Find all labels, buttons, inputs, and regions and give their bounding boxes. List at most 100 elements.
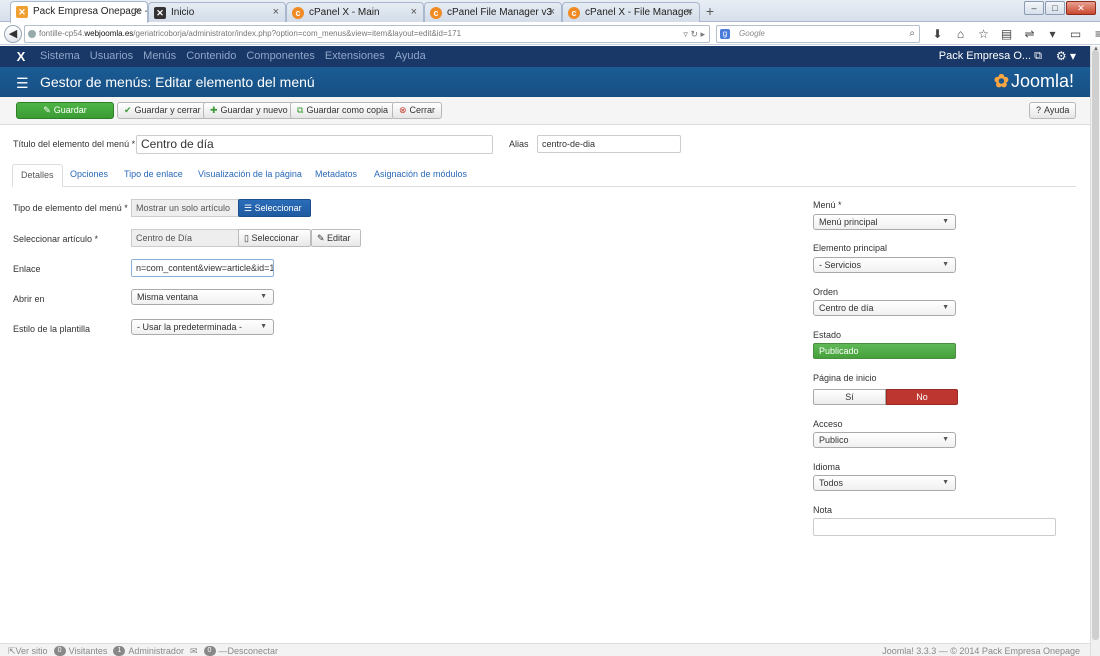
menu-item-extensiones[interactable]: Extensiones [325, 50, 385, 62]
save-button[interactable]: ✎ Guardar [16, 102, 114, 119]
edit-icon: ✎ [43, 105, 51, 115]
access-select[interactable]: Publico ▼ [813, 432, 956, 448]
parent-value: - Servicios [819, 260, 862, 270]
item-type-value: Mostrar un solo artículo [131, 199, 239, 217]
tab-opciones[interactable]: Opciones [62, 164, 116, 187]
home-icon[interactable]: ⌂ [949, 26, 972, 42]
close-tab-icon[interactable]: × [549, 6, 555, 18]
site-link[interactable]: Pack Empresa O... ⧉ [939, 50, 1042, 63]
tab-asignacion-modulos[interactable]: Asignación de módulos [366, 164, 475, 187]
menu-item-ayuda[interactable]: Ayuda [395, 50, 426, 62]
save-copy-label: Guardar como copia [306, 105, 388, 115]
save-copy-button[interactable]: ⧉ Guardar como copia [290, 102, 395, 119]
template-style-value: - Usar la predeterminada - [137, 322, 243, 332]
close-tab-icon[interactable]: × [135, 5, 141, 17]
footer-status: ⇱ Ver sitio 0 Visitantes 1 Administrador ✉… [8, 645, 278, 656]
open-in-value: Misma ventana [137, 292, 199, 302]
logout-link[interactable]: Desconectar [228, 645, 279, 656]
scrollbar-thumb[interactable] [1092, 50, 1099, 640]
question-icon: ? [1036, 105, 1042, 115]
cpanel-favicon-icon: c [292, 7, 304, 19]
maximize-button[interactable]: □ [1045, 1, 1065, 15]
menu-item-contenido[interactable]: Contenido [186, 50, 236, 62]
form-tabs: Detalles Opciones Tipo de enlace Visuali… [12, 164, 1076, 187]
link-input[interactable]: n=com_content&view=article&id=14 [131, 259, 274, 277]
joomla-logo-icon[interactable]: X [14, 49, 28, 64]
bookmarks-list-icon[interactable]: ▤ [995, 26, 1018, 42]
menu-item-menus[interactable]: Menús [143, 50, 176, 62]
view-site-icon: ⇱ [8, 646, 16, 656]
tab-tipo-enlace[interactable]: Tipo de enlace [116, 164, 191, 187]
window-close-button[interactable]: ✕ [1066, 1, 1096, 15]
save-close-button[interactable]: ✔ Guardar y cerrar [117, 102, 208, 119]
address-bar[interactable]: fontille-cp54.webjoomla.es/geriatricobor… [24, 25, 710, 43]
menu-item-sistema[interactable]: Sistema [40, 50, 80, 62]
order-select[interactable]: Centro de día ▼ [813, 300, 956, 316]
menu-item-componentes[interactable]: Componentes [246, 50, 315, 62]
download-icon[interactable]: ⬇ [926, 26, 949, 42]
admin-badge: 1 [113, 646, 126, 656]
home-yes-button[interactable]: Sí [813, 389, 886, 405]
close-button[interactable]: ⊗ Cerrar [392, 102, 443, 119]
user-settings-gear-icon[interactable]: ⚙ ▾ [1056, 49, 1076, 63]
view-site-link[interactable]: Ver sitio [16, 645, 48, 656]
url-path: /geriatricoborja/administrator/index.php… [133, 29, 462, 38]
tab-detalles[interactable]: Detalles [12, 164, 63, 187]
visitors-badge: 0 [53, 646, 66, 656]
close-tab-icon[interactable]: × [273, 6, 279, 18]
external-link-icon: ⧉ [1034, 50, 1042, 62]
parent-select[interactable]: - Servicios ▼ [813, 257, 956, 273]
close-tab-icon[interactable]: × [411, 6, 417, 18]
browser-tab-filemanager[interactable]: c cPanel X - File Manager × [562, 2, 700, 22]
menu-item-usuarios[interactable]: Usuarios [90, 50, 133, 62]
save-new-button[interactable]: ✚ Guardar y nuevo [203, 102, 295, 119]
tab-visualizacion[interactable]: Visualización de la página [190, 164, 310, 187]
select-article-button[interactable]: ▯ Seleccionar [238, 229, 311, 247]
open-in-select[interactable]: Misma ventana ▼ [131, 289, 274, 305]
search-box[interactable]: g Google ⌕ [716, 25, 920, 43]
new-tab-button[interactable]: + [702, 3, 718, 19]
home-no-button[interactable]: No [886, 389, 958, 405]
language-select[interactable]: Todos ▼ [813, 475, 956, 491]
site-favicon-icon: ✕ [154, 7, 166, 19]
search-icon[interactable]: ⌕ [909, 26, 915, 42]
status-select[interactable]: Publicado [813, 343, 956, 359]
menu-icon[interactable]: ≡ [1087, 26, 1100, 42]
browser-window: ✕ Pack Empresa Onepage - A... × ✕ Inicio… [0, 0, 1100, 656]
tab-metadatos[interactable]: Metadatos [307, 164, 365, 187]
page-scrollbar[interactable]: ▲ [1090, 46, 1100, 656]
select-item-type-button[interactable]: ☰ Seleccionar [238, 199, 311, 217]
browser-tab-admin[interactable]: ✕ Pack Empresa Onepage - A... × [10, 1, 148, 23]
dropdown-icon[interactable]: ▾ [1041, 26, 1064, 42]
browser-tab-cpanel-main[interactable]: c cPanel X - Main × [286, 2, 424, 22]
note-input[interactable] [813, 518, 1056, 536]
alias-input[interactable]: centro-de-dia [537, 135, 681, 153]
select-article-label: Seleccionar [251, 233, 299, 243]
admin-top-nav: X Sistema Usuarios Menús Contenido Compo… [0, 46, 1090, 67]
menu-value: Menú principal [819, 217, 878, 227]
menu-select[interactable]: Menú principal ▼ [813, 214, 956, 230]
link-label: Enlace [13, 264, 41, 274]
note-label: Nota [813, 505, 833, 515]
bookmark-star-icon[interactable]: ☆ [972, 26, 995, 42]
caret-down-icon: ▼ [260, 323, 267, 330]
url-domain: webjoomla.es [84, 29, 134, 38]
browser-tab-inicio[interactable]: ✕ Inicio × [148, 2, 286, 22]
browser-tab-filemanager-v3[interactable]: c cPanel File Manager v3 × [424, 2, 562, 22]
reload-icon[interactable]: ▿ ↻ ▸ [683, 26, 705, 42]
cancel-icon: ⊗ [399, 105, 407, 115]
item-type-label: Tipo de elemento del menú * [13, 203, 128, 213]
joomla-brand-logo: ✿ Joomla! [994, 71, 1074, 92]
addon-icon[interactable]: ▭ [1064, 26, 1087, 42]
template-style-select[interactable]: - Usar la predeterminada - ▼ [131, 319, 274, 335]
language-label: Idioma [813, 462, 841, 472]
admin-label: Administrador [128, 646, 184, 656]
minimize-button[interactable]: – [1024, 1, 1044, 15]
back-button[interactable]: ◀ [4, 25, 22, 43]
extension-icon[interactable]: ⇌ [1018, 26, 1041, 42]
help-button[interactable]: ? Ayuda [1029, 102, 1076, 119]
edit-article-button[interactable]: ✎ Editar [311, 229, 361, 247]
close-tab-icon[interactable]: × [687, 6, 693, 18]
browser-tab-title: cPanel File Manager v3 [447, 7, 553, 18]
title-input[interactable]: Centro de día [136, 135, 493, 154]
